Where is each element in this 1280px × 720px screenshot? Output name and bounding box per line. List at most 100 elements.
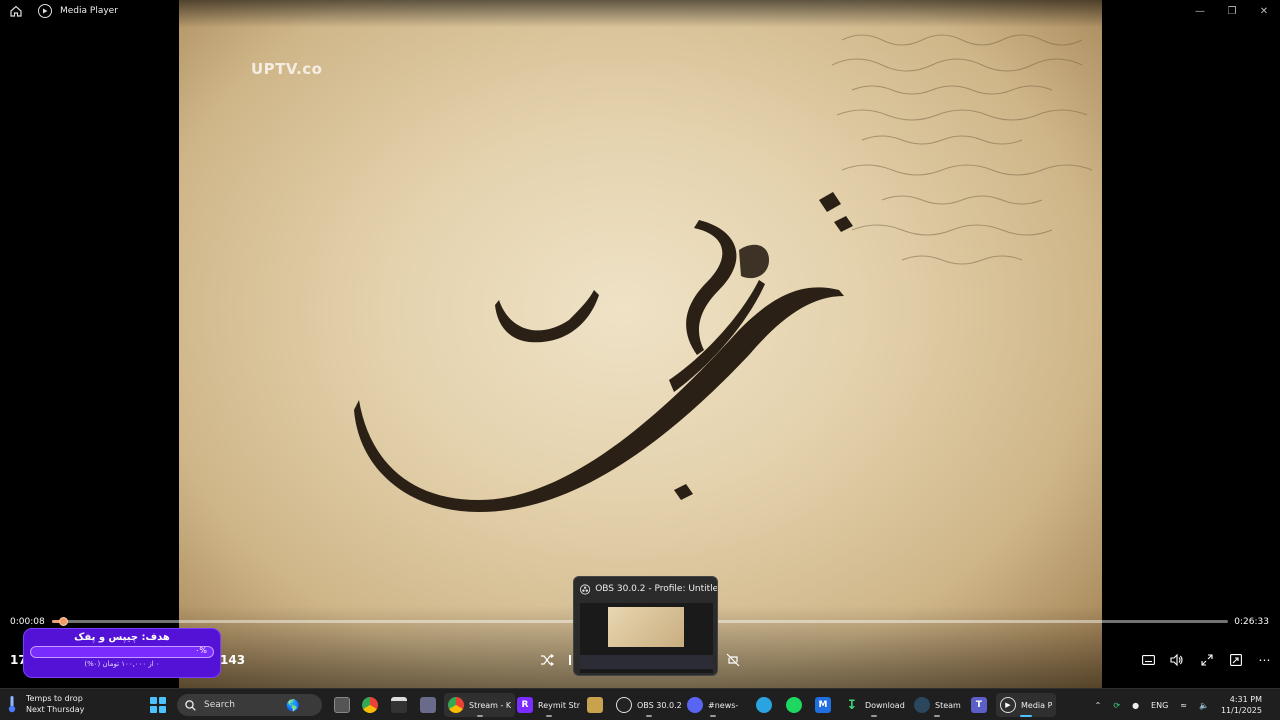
goal-percent: ٠%: [195, 646, 207, 655]
taskbar-app-steam[interactable]: Steam: [910, 693, 965, 717]
more-options-button[interactable]: ⋯: [1256, 652, 1274, 668]
channel-watermark: UPTV.co: [251, 60, 323, 78]
repeat-off-button[interactable]: [724, 652, 742, 668]
windows-logo-icon: [159, 697, 166, 704]
media-player-icon: ▶: [1000, 697, 1016, 713]
media-player-logo-icon: [38, 4, 52, 18]
taskbar-app-label: Stream - K: [469, 700, 512, 710]
captions-icon: [1141, 655, 1155, 665]
taskbar-app-discord[interactable]: #news-: [683, 693, 742, 717]
more-icon: ⋯: [1258, 653, 1272, 667]
taskbar-edit-app[interactable]: [416, 693, 440, 717]
running-indicator: [1020, 715, 1033, 717]
captions-button[interactable]: [1139, 652, 1157, 668]
maximize-button[interactable]: ❐: [1216, 0, 1248, 22]
language-indicator[interactable]: ENG: [1151, 701, 1168, 710]
taskbar-malwarebytes[interactable]: M: [811, 693, 835, 717]
title-bar: Media Player — ❐ ✕: [0, 0, 1280, 22]
shuffle-button[interactable]: [538, 652, 556, 668]
taskbar-app-label: Reymit Str: [538, 700, 581, 710]
running-indicator: [871, 715, 878, 717]
wifi-icon[interactable]: ≈: [1180, 701, 1187, 710]
fullscreen-button[interactable]: [1198, 652, 1216, 668]
chrome-icon: [362, 697, 378, 713]
obs-preview-title: OBS 30.0.2 - Profile: Untitle...: [595, 584, 717, 594]
volume-button[interactable]: [1168, 652, 1186, 668]
taskbar-app-reymit[interactable]: R Reymit Str: [513, 693, 584, 717]
reymit-icon: R: [517, 697, 533, 713]
taskbar-search[interactable]: 🌎: [177, 694, 322, 716]
teams-icon: T: [971, 697, 987, 713]
seek-thumb[interactable]: [58, 617, 68, 626]
taskbar-chrome-pinned[interactable]: [358, 693, 382, 717]
obs-preview-canvas: [608, 607, 684, 647]
task-view-icon: [334, 697, 350, 713]
close-icon: ✕: [1259, 5, 1269, 17]
clapperboard-icon: [391, 697, 407, 713]
running-indicator: [645, 715, 652, 717]
goal-progress-bar: ٠%: [30, 646, 214, 658]
taskbar-app-label: OBS 30.0.2: [637, 700, 682, 710]
windows-logo-icon: [150, 706, 157, 713]
sync-icon[interactable]: ⟳: [1113, 701, 1120, 710]
show-hidden-icons-button[interactable]: ⌃: [1095, 701, 1102, 710]
donation-goal-widget: هدف: چیپس و پفک ٠% ٠ از ١٠٠,٠٠٠ تومان (٠…: [23, 628, 221, 678]
window-controls: — ❐ ✕: [1184, 0, 1280, 22]
telegram-icon: [756, 697, 772, 713]
taskbar-spotify[interactable]: [782, 693, 806, 717]
shuffle-icon: [541, 654, 554, 666]
previous-icon: [569, 655, 571, 665]
obs-preview-mixer: [580, 655, 713, 669]
search-input[interactable]: [204, 700, 284, 710]
home-icon: [10, 5, 22, 17]
windows-logo-icon: [159, 706, 166, 713]
system-tray: ⌃ ⟳ ● ENG ≈ 🔈 4:31 PM 11/1/2025: [1089, 689, 1280, 720]
taskbar-teams[interactable]: T: [967, 693, 991, 717]
window-title: Media Player: [60, 6, 118, 16]
microphone-icon[interactable]: ●: [1132, 701, 1139, 710]
goal-subtitle: ٠ از ١٠٠,٠٠٠ تومان (٠%): [84, 660, 160, 668]
clock-time: 4:31 PM: [1229, 695, 1262, 704]
media-player-window: Media Player — ❐ ✕ UPTV.co 0:00:08 0:26:…: [0, 0, 1280, 720]
mini-player-icon: [1230, 654, 1242, 666]
obs-preview-thumbnail: [580, 603, 713, 673]
search-icon: [185, 699, 196, 711]
obs-taskbar-preview[interactable]: OBS 30.0.2 - Profile: Untitle...: [573, 576, 718, 676]
taskbar-image-viewer[interactable]: [583, 693, 607, 717]
mini-player-button[interactable]: [1227, 652, 1245, 668]
overlay-number-right: 143: [220, 653, 246, 667]
malwarebytes-icon: M: [815, 697, 831, 713]
download-icon: ↧: [846, 697, 858, 713]
taskbar-clapper-app[interactable]: [387, 693, 411, 717]
thermometer-icon: [8, 696, 16, 713]
steam-icon: [914, 697, 930, 713]
obs-icon: [616, 697, 632, 713]
taskbar-app-download[interactable]: ↧ Download: [840, 693, 909, 717]
taskbar-app-stream[interactable]: Stream - K: [444, 693, 516, 717]
taskbar-clock[interactable]: 4:31 PM 11/1/2025: [1221, 694, 1262, 716]
running-indicator: [934, 715, 941, 717]
running-indicator: [545, 715, 552, 717]
taskbar-telegram[interactable]: [752, 693, 776, 717]
chrome-icon: [448, 697, 464, 713]
running-indicator: [709, 715, 716, 717]
windows-taskbar: Temps to drop Next Thursday 🌎 Stream - K: [0, 688, 1280, 720]
start-button[interactable]: [150, 697, 166, 713]
clock-date: 11/1/2025: [1220, 706, 1262, 715]
total-time: 0:26:33: [1234, 617, 1269, 627]
spotify-icon: [786, 697, 802, 713]
edit-app-icon: [420, 697, 436, 713]
taskbar-app-obs[interactable]: OBS 30.0.2: [612, 693, 686, 717]
minimize-button[interactable]: —: [1184, 0, 1216, 22]
taskbar-app-label: Download: [865, 700, 905, 710]
taskbar-app-media-player[interactable]: ▶ Media P: [996, 693, 1057, 717]
speaker-icon[interactable]: 🔈: [1199, 701, 1209, 710]
weather-widget[interactable]: Temps to drop Next Thursday: [8, 693, 84, 715]
weather-line-1: Temps to drop: [26, 694, 83, 703]
close-button[interactable]: ✕: [1248, 0, 1280, 22]
minimize-icon: —: [1195, 5, 1205, 17]
obs-icon: [580, 583, 591, 595]
home-button[interactable]: [0, 0, 32, 22]
task-view-button[interactable]: [330, 693, 354, 717]
background-manuscript-script: [831, 34, 1093, 265]
